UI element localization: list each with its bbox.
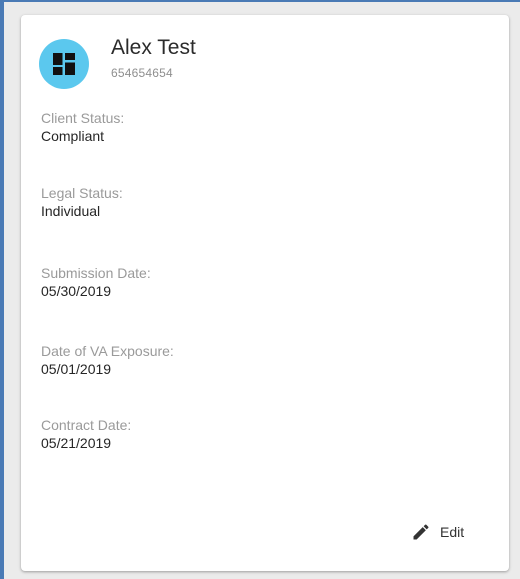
client-account-number: 654654654	[111, 66, 173, 80]
edit-button-label: Edit	[440, 524, 465, 540]
field-legal-status: Legal Status: Individual	[41, 185, 481, 220]
client-card: Alex Test 654654654 Client Status: Compl…	[21, 15, 509, 571]
client-name: Alex Test	[111, 36, 196, 59]
window-left-border	[0, 0, 4, 579]
field-label: Legal Status:	[41, 185, 123, 201]
field-client-status: Client Status: Compliant	[41, 110, 481, 145]
field-value: Individual	[41, 203, 101, 219]
pencil-icon	[413, 524, 429, 540]
field-label: Submission Date:	[41, 265, 151, 281]
field-value: 05/30/2019	[41, 283, 112, 299]
field-value: 05/21/2019	[41, 435, 112, 451]
field-va-exposure-date: Date of VA Exposure: 05/01/2019	[41, 343, 481, 378]
edit-button[interactable]: Edit	[403, 517, 472, 547]
dashboard-icon	[53, 53, 75, 75]
field-value: 05/01/2019	[41, 361, 112, 377]
field-value: Compliant	[41, 128, 105, 144]
field-label: Contract Date:	[41, 417, 132, 433]
field-submission-date: Submission Date: 05/30/2019	[41, 265, 481, 300]
field-label: Client Status:	[41, 110, 125, 126]
field-contract-date: Contract Date: 05/21/2019	[41, 417, 481, 452]
window-top-border	[0, 0, 520, 2]
client-avatar	[39, 39, 89, 89]
field-label: Date of VA Exposure:	[41, 343, 174, 359]
